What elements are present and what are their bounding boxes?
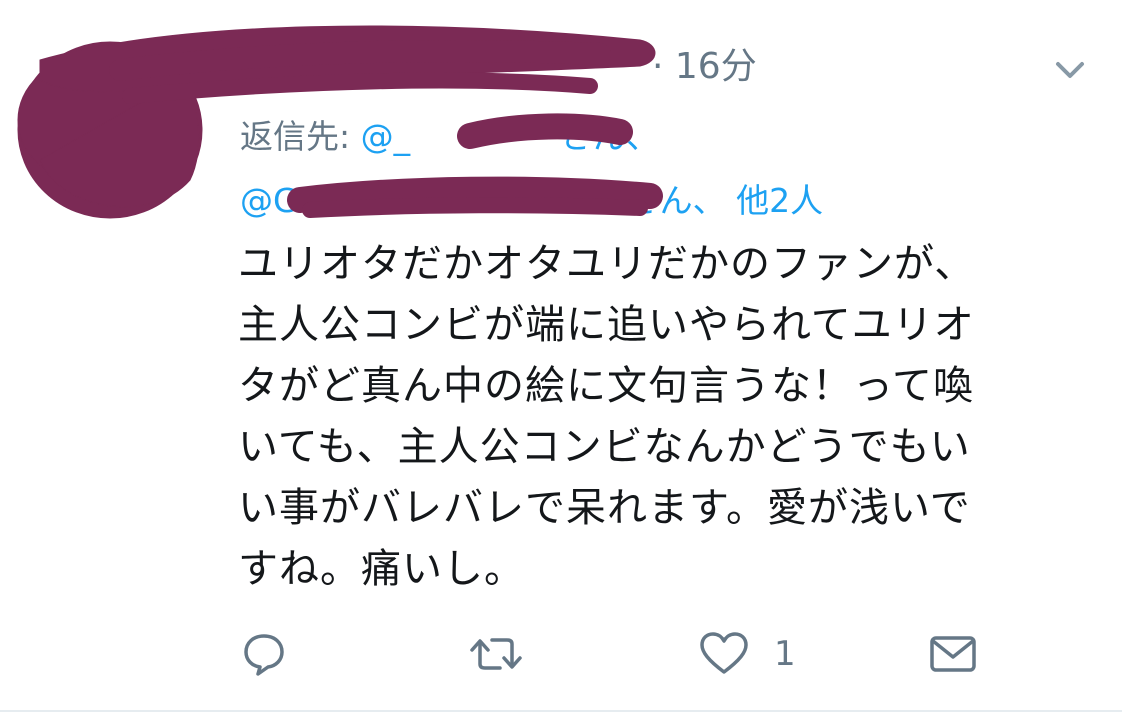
reply-button[interactable] — [240, 630, 288, 678]
reply-icon — [244, 634, 284, 676]
tweet-text-line: タがど真ん中の絵に文句言うな！って喚 — [238, 363, 974, 409]
tweet[interactable]: · 16分 返信先: @_ さん、 @G さん、 他2人 ユリオタだかオタユリだかの… — [0, 0, 1122, 720]
retweet-button[interactable] — [466, 630, 526, 678]
reply-to-label: 返信先: — [240, 117, 351, 156]
avatar[interactable] — [28, 54, 188, 214]
mention-prefix: @G — [240, 181, 299, 220]
reply-to-mention-1[interactable]: @_ さん、 — [361, 117, 660, 156]
retweet-icon — [470, 638, 522, 670]
divider — [0, 710, 1122, 712]
tweet-text-line: いても、主人公コンビなんかどうでもい — [238, 424, 971, 470]
direct-message-button[interactable] — [928, 630, 978, 678]
tweet-text: ユリオタだかオタユリだかのファンが、 主人公コンビが端に追いやられてユリオ タが… — [238, 234, 1098, 600]
chevron-down-icon[interactable] — [1050, 52, 1090, 88]
tweet-text-line: ユリオタだかオタユリだかのファンが、 — [238, 241, 976, 287]
tweet-timestamp[interactable]: · 16分 — [652, 43, 757, 91]
redacted-handle — [299, 188, 627, 218]
tweet-text-line: すね。痛いし。 — [238, 546, 525, 592]
heart-icon — [700, 632, 748, 674]
mention-prefix: @_ — [360, 117, 411, 156]
tweet-text-line: い事がバレバレで呆れます。愛が浅いで — [238, 485, 971, 531]
reply-to-mention-2[interactable]: @G さん、 他2人 — [240, 181, 823, 220]
reply-to-line-2: @G さん、 他2人 — [240, 178, 823, 224]
like-count: 1 — [774, 634, 796, 674]
mention-suffix: さん、 — [560, 117, 660, 156]
tweet-actions: 1 — [0, 620, 1122, 690]
redacted-handle — [410, 124, 560, 154]
like-button[interactable]: 1 — [698, 630, 796, 678]
tweet-text-line: 主人公コンビが端に追いやられてユリオ — [238, 302, 975, 348]
reply-to-line: 返信先: @_ さん、 — [240, 114, 659, 160]
mention-suffix: さん、 他2人 — [626, 181, 824, 220]
envelope-icon — [930, 636, 976, 672]
